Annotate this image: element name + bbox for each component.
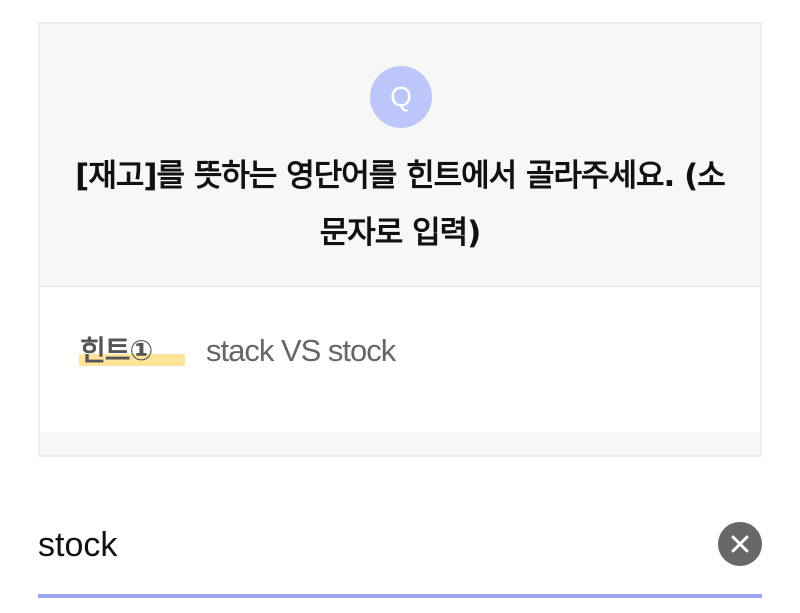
answer-input[interactable] <box>38 516 698 574</box>
input-underline <box>38 594 762 598</box>
hint-label-text: 힌트① <box>80 334 153 367</box>
quiz-card: Q [재고]를 뜻하는 영단어를 힌트에서 골라주세요. (소문자로 입력) 힌… <box>38 22 762 457</box>
close-icon <box>731 535 749 553</box>
hint-text: stack VS stock <box>206 333 396 368</box>
question-badge: Q <box>370 66 432 128</box>
question-area: Q [재고]를 뜻하는 영단어를 힌트에서 골라주세요. (소문자로 입력) <box>40 24 760 287</box>
question-text: [재고]를 뜻하는 영단어를 힌트에서 골라주세요. (소문자로 입력) <box>75 158 726 251</box>
answer-area <box>38 500 762 599</box>
hint-label: 힌트① <box>79 331 185 371</box>
hint-area: 힌트① stack VS stock <box>40 287 760 432</box>
clear-button[interactable] <box>718 522 762 566</box>
